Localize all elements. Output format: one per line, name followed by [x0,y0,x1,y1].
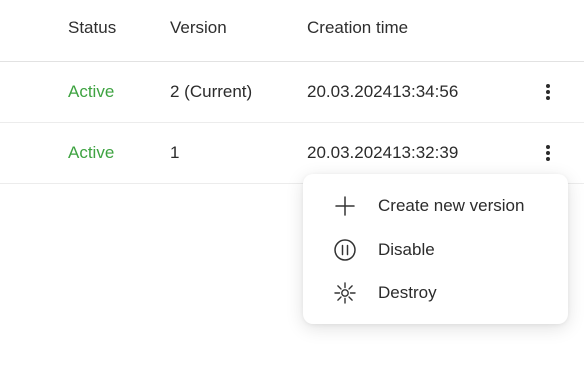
menu-item-label: Create new version [378,196,525,215]
table-row[interactable]: Active 2 (Current) 20.03.202413:34:56 [0,62,584,123]
table-header: Status Version Creation time [0,0,584,62]
destroy-burst-icon [334,282,356,304]
version-cell: 1 [170,143,180,162]
row-actions-menu: Create new version Disable Destroy [303,174,568,324]
row-actions-button[interactable] [542,81,554,103]
creation-date: 20.03.2024 [307,82,393,101]
menu-item-disable[interactable]: Disable [303,228,568,270]
kebab-dot [546,145,550,149]
creation-time-cell: 20.03.202413:32:39 [307,143,458,163]
column-header-creation-time[interactable]: Creation time [307,18,408,38]
status-badge: Active [68,82,115,101]
kebab-dot [546,90,550,94]
menu-item-destroy[interactable]: Destroy [303,271,568,313]
kebab-dot [546,157,550,161]
row-actions-button[interactable] [542,142,554,164]
status-badge: Active [68,143,115,162]
kebab-dot [546,151,550,155]
menu-item-label: Disable [378,240,435,259]
kebab-dot [546,96,550,100]
creation-time: 13:32:39 [392,143,459,162]
pause-circle-icon [334,239,356,261]
menu-item-create-new-version[interactable]: Create new version [303,184,568,226]
kebab-dot [546,84,550,88]
plus-icon [335,196,355,216]
creation-date: 20.03.2024 [307,143,393,162]
creation-time: 13:34:56 [392,82,459,101]
version-cell: 2 (Current) [170,82,253,101]
column-header-version[interactable]: Version [170,18,227,38]
menu-item-label: Destroy [378,283,437,302]
creation-time-cell: 20.03.202413:34:56 [307,82,458,102]
column-header-status[interactable]: Status [68,18,116,38]
